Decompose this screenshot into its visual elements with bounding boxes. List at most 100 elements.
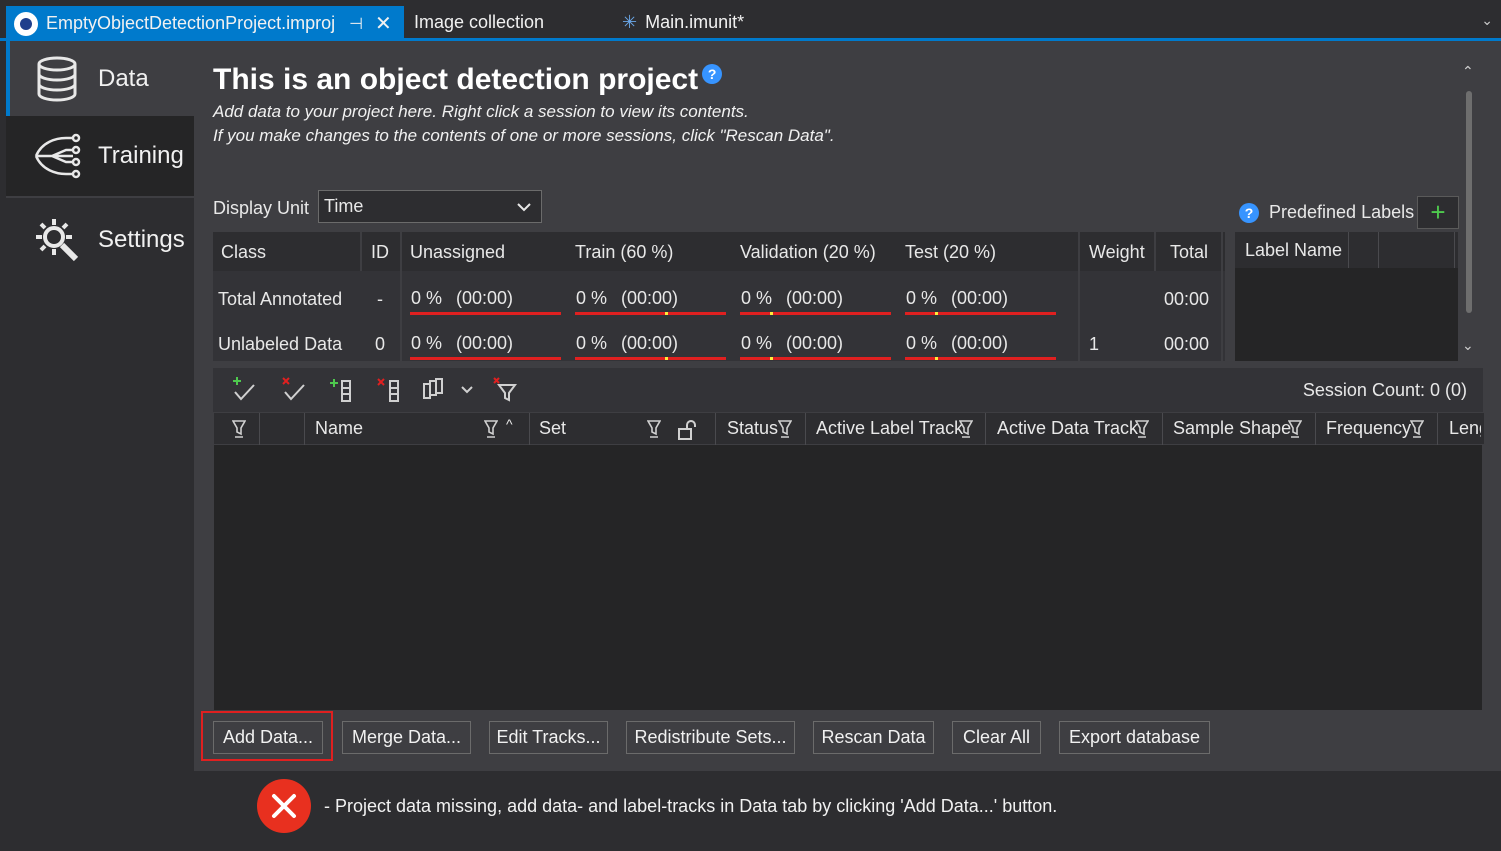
display-unit-value: Time: [324, 196, 364, 216]
column-divider: [1454, 232, 1455, 268]
unlock-icon[interactable]: [677, 419, 699, 441]
filter-icon[interactable]: [647, 419, 661, 441]
clear-filter-icon[interactable]: [492, 376, 520, 404]
rescan-data-button[interactable]: Rescan Data: [813, 721, 934, 754]
column-divider: [985, 413, 986, 445]
data-panel: This is an object detection project ? Ad…: [194, 41, 1501, 771]
page-title-text: This is an object detection project: [213, 63, 699, 96]
nav-item-training-label: Training: [98, 142, 184, 169]
unassigned-percent: 0 %: [411, 288, 443, 308]
label-table-header: Label Name: [1235, 232, 1458, 268]
col-header-active-label-track[interactable]: Active Label Track: [816, 418, 963, 439]
row-total: 00:00: [1164, 289, 1210, 309]
column-divider: [259, 413, 260, 445]
close-icon[interactable]: ✕: [375, 11, 392, 36]
test-target-marker: [935, 357, 938, 360]
columns-icon[interactable]: [419, 376, 447, 404]
col-header-train[interactable]: Train (60 %): [575, 242, 673, 263]
column-divider: [1154, 232, 1156, 271]
validation-time: (00:00): [786, 333, 844, 353]
nav-item-settings-label: Settings: [98, 226, 185, 253]
display-unit-select[interactable]: Time: [318, 190, 542, 223]
test-bar: [905, 357, 1056, 360]
scrollbar-thumb[interactable]: [1466, 91, 1472, 313]
add-track-icon[interactable]: [327, 376, 355, 404]
session-grid: Name ^ Set Status Active Label Track Act…: [213, 412, 1484, 711]
scroll-up-icon[interactable]: ⌃: [1462, 63, 1474, 80]
col-header-weight[interactable]: Weight: [1089, 242, 1145, 263]
col-header-status[interactable]: Status: [727, 418, 778, 439]
merge-data-button[interactable]: Merge Data...: [342, 721, 471, 754]
train-percent: 0 %: [576, 333, 608, 353]
nav-selected-indicator: [6, 41, 10, 116]
clear-all-button[interactable]: Clear All: [952, 721, 1041, 754]
col-header-label-name[interactable]: Label Name: [1245, 240, 1342, 261]
filter-icon[interactable]: [959, 419, 973, 441]
chevron-down-icon[interactable]: [453, 376, 481, 404]
unassigned-bar: [410, 357, 561, 360]
predefined-labels-table: Label Name: [1235, 232, 1458, 361]
col-header-class[interactable]: Class: [221, 242, 266, 263]
column-divider: [1378, 232, 1379, 268]
filter-icon[interactable]: [232, 419, 246, 441]
col-header-total[interactable]: Total: [1170, 242, 1208, 263]
network-icon: ✳: [622, 11, 638, 32]
filter-icon[interactable]: [1410, 419, 1424, 441]
column-divider: [1437, 413, 1438, 445]
add-label-button[interactable]: +: [1417, 196, 1459, 229]
scroll-down-icon[interactable]: ⌄: [1462, 337, 1474, 354]
validation-target-marker: [770, 357, 773, 360]
test-time: (00:00): [951, 333, 1009, 353]
column-divider: [360, 232, 362, 271]
training-network-icon: [30, 129, 84, 183]
export-database-button[interactable]: Export database: [1059, 721, 1210, 754]
nav-item-settings[interactable]: Settings: [6, 199, 194, 281]
status-text: - Project data missing, add data- and la…: [324, 795, 1058, 816]
help-icon[interactable]: ?: [1239, 202, 1259, 223]
row-id: 0: [375, 334, 386, 354]
tab-image-collection[interactable]: Image collection: [414, 6, 544, 38]
redistribute-sets-button[interactable]: Redistribute Sets...: [626, 721, 795, 754]
vertical-scrollbar[interactable]: ⌃ ⌄: [1458, 61, 1481, 361]
document-tab-strip: EmptyObjectDetectionProject.improj ⊣ ✕ I…: [0, 0, 1501, 41]
filter-icon[interactable]: [778, 419, 792, 441]
col-header-length[interactable]: Leng: [1449, 418, 1481, 439]
remove-track-icon[interactable]: [375, 376, 403, 404]
filter-icon[interactable]: [484, 419, 498, 441]
col-header-active-data-track[interactable]: Active Data Track: [997, 418, 1138, 439]
nav-item-training[interactable]: Training: [6, 116, 194, 196]
error-icon: [257, 779, 311, 833]
add-data-button[interactable]: Add Data...: [213, 721, 323, 754]
status-message: - Project data missing, add data- and la…: [257, 779, 1057, 833]
remove-check-icon[interactable]: [279, 376, 307, 404]
edit-tracks-button[interactable]: Edit Tracks...: [489, 721, 608, 754]
class-table-header: [213, 232, 1225, 271]
filter-icon[interactable]: [1135, 419, 1149, 441]
row-weight[interactable]: 1: [1089, 334, 1099, 355]
col-header-frequency[interactable]: Frequency: [1326, 418, 1411, 439]
session-count: Session Count: 0 (0): [1302, 380, 1467, 400]
row-total: 00:00: [1164, 334, 1210, 354]
pin-icon[interactable]: ⊣: [349, 14, 363, 34]
tab-list-dropdown-icon[interactable]: ⌄: [1481, 12, 1493, 29]
col-header-validation[interactable]: Validation (20 %): [740, 242, 876, 263]
add-check-icon[interactable]: [229, 376, 257, 404]
filter-icon[interactable]: [1288, 419, 1302, 441]
col-header-unassigned[interactable]: Unassigned: [410, 242, 505, 263]
tab-main-imunit[interactable]: ✳ Main.imunit*: [622, 6, 744, 38]
col-header-id[interactable]: ID: [371, 242, 389, 263]
sort-ascending-icon[interactable]: ^: [506, 416, 513, 432]
col-header-test[interactable]: Test (20 %): [905, 242, 996, 263]
database-icon: [30, 52, 84, 106]
col-header-name[interactable]: Name: [315, 418, 363, 439]
nav-item-data[interactable]: Data: [6, 41, 194, 116]
test-time: (00:00): [951, 288, 1009, 308]
description-line-2: If you make changes to the contents of o…: [213, 126, 835, 145]
tab-main-imunit-label: Main.imunit*: [645, 11, 745, 32]
tab-project[interactable]: EmptyObjectDetectionProject.improj ⊣ ✕: [6, 6, 404, 41]
unassigned-time: (00:00): [456, 333, 514, 353]
column-divider: [715, 413, 716, 445]
col-header-set[interactable]: Set: [539, 418, 566, 439]
help-icon[interactable]: ?: [702, 64, 723, 84]
col-header-sample-shape[interactable]: Sample Shape: [1173, 418, 1291, 439]
